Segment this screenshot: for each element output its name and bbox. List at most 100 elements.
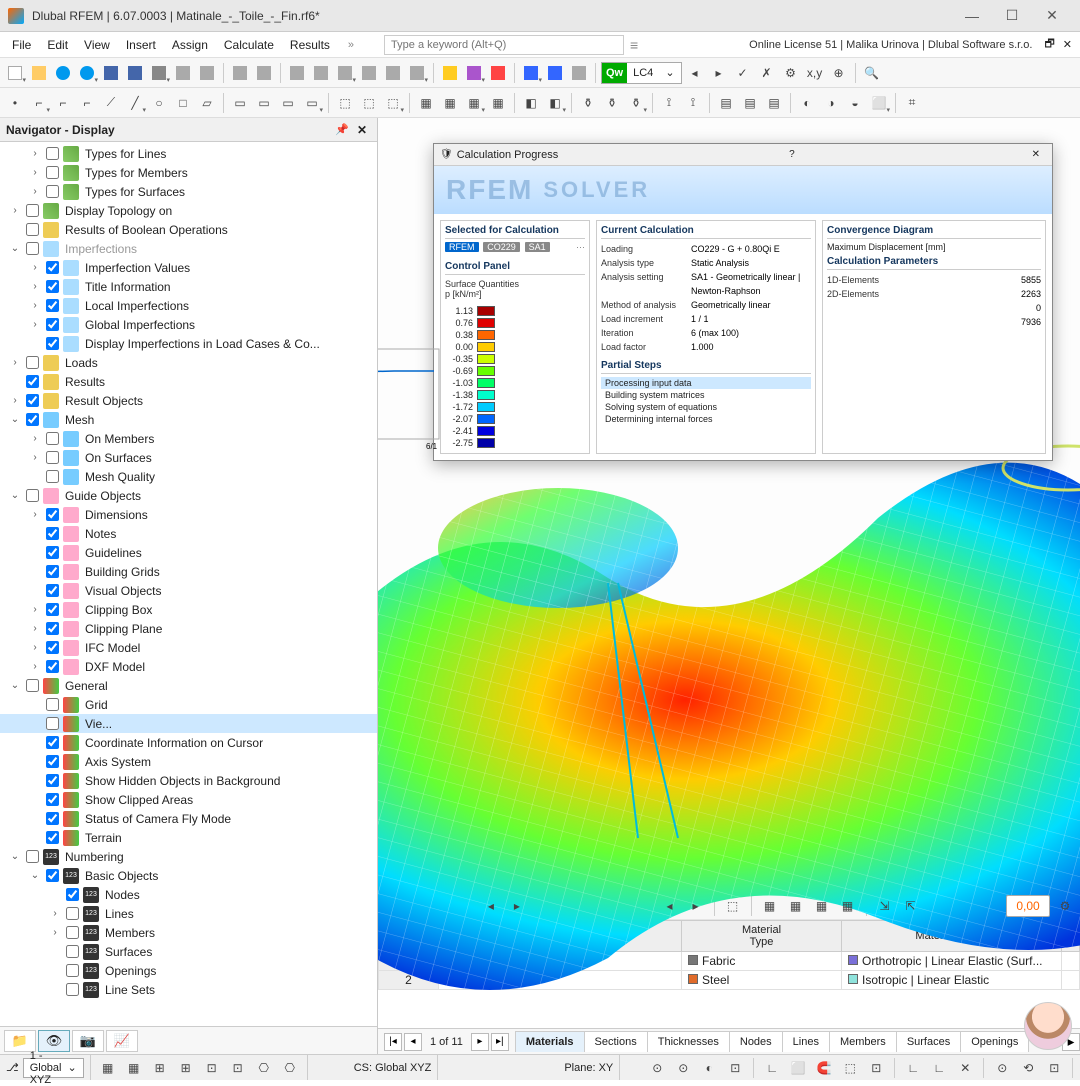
draw-tool-button[interactable]: ⚱ — [625, 92, 647, 114]
table-tool-1[interactable]: ▦ — [759, 895, 781, 917]
tree-item[interactable]: ›Display Topology on — [0, 201, 377, 220]
draw-tool-button[interactable]: ○ — [148, 92, 170, 114]
menu-results[interactable]: Results — [282, 35, 338, 55]
tree-checkbox[interactable] — [66, 945, 79, 958]
navigator-tree[interactable]: ›Types for Lines›Types for Members›Types… — [0, 142, 377, 1026]
tree-item[interactable]: ›On Members — [0, 429, 377, 448]
toolbar-button[interactable] — [52, 62, 74, 84]
tree-checkbox[interactable] — [46, 337, 59, 350]
tree-item[interactable]: ⌄Imperfections — [0, 239, 377, 258]
nav-tab-results[interactable]: 📈 — [106, 1030, 138, 1052]
value-box[interactable]: 0,00 — [1006, 895, 1050, 917]
tree-checkbox[interactable] — [66, 983, 79, 996]
tree-item[interactable]: ⌄123Numbering — [0, 847, 377, 866]
cs-icon[interactable]: ⎇ — [6, 1061, 19, 1074]
toolbar-button[interactable]: ⊕ — [828, 62, 850, 84]
tree-checkbox[interactable] — [46, 565, 59, 578]
toolbar-button[interactable] — [382, 62, 404, 84]
draw-tool-button[interactable]: ╱ — [124, 92, 146, 114]
status-tool-button[interactable]: ∟ — [761, 1057, 783, 1079]
status-tool-button[interactable]: ⊙ — [646, 1057, 668, 1079]
page-last-button[interactable]: ▸| — [491, 1033, 509, 1051]
materials-tab[interactable]: Sections — [584, 1031, 648, 1052]
draw-tool-button[interactable]: ⌐ — [76, 92, 98, 114]
toolbar-button[interactable] — [229, 62, 251, 84]
toolbar-button[interactable] — [28, 62, 50, 84]
draw-tool-button[interactable]: ▭ — [301, 92, 323, 114]
tree-item[interactable]: ›Loads — [0, 353, 377, 372]
status-tool-button[interactable]: ⊞ — [175, 1057, 197, 1079]
toolbar-button[interactable] — [463, 62, 485, 84]
close-button[interactable]: ✕ — [1032, 2, 1072, 30]
status-tool-button[interactable]: ⊡ — [865, 1057, 887, 1079]
nav-tab-display[interactable]: 👁 — [38, 1030, 70, 1052]
tree-item[interactable]: ›Types for Surfaces — [0, 182, 377, 201]
draw-tool-button[interactable]: ⬚ — [358, 92, 380, 114]
table-import-button[interactable]: ⇱ — [900, 895, 922, 917]
tree-checkbox[interactable] — [46, 147, 59, 160]
toolbar-button[interactable] — [520, 62, 542, 84]
status-tool-button[interactable]: ▦ — [123, 1057, 145, 1079]
tree-item[interactable]: ›Clipping Plane — [0, 619, 377, 638]
tree-checkbox[interactable] — [26, 489, 39, 502]
toolbar-button[interactable] — [334, 62, 356, 84]
menu-file[interactable]: File — [4, 35, 39, 55]
tree-checkbox[interactable] — [26, 413, 39, 426]
tree-item[interactable]: ›Title Information — [0, 277, 377, 296]
materials-tab[interactable]: Materials — [515, 1031, 585, 1052]
tree-item[interactable]: Vie... — [0, 714, 377, 733]
status-tool-button[interactable]: ⊡ — [201, 1057, 223, 1079]
draw-tool-button[interactable]: ▭ — [253, 92, 275, 114]
status-tool-button[interactable]: ∟ — [928, 1057, 950, 1079]
status-tool-button[interactable]: ∟ — [902, 1057, 924, 1079]
tree-checkbox[interactable] — [26, 204, 39, 217]
status-tool-button[interactable]: ⬚ — [839, 1057, 861, 1079]
tree-item[interactable]: Notes — [0, 524, 377, 543]
draw-tool-button[interactable]: ⬚ — [334, 92, 356, 114]
draw-tool-button[interactable]: • — [4, 92, 26, 114]
tree-checkbox[interactable] — [46, 603, 59, 616]
tree-item[interactable]: ›Global Imperfections — [0, 315, 377, 334]
tree-checkbox[interactable] — [46, 831, 59, 844]
materials-tab[interactable]: Lines — [782, 1031, 830, 1052]
draw-tool-button[interactable]: ▭ — [229, 92, 251, 114]
prev-obj-button[interactable]: ◂ — [659, 895, 681, 917]
toolbar-button[interactable]: ⚙ — [780, 62, 802, 84]
tree-checkbox[interactable] — [46, 508, 59, 521]
materials-tab[interactable]: Members — [829, 1031, 897, 1052]
status-tool-button[interactable]: 🧲 — [813, 1057, 835, 1079]
toolbar-button[interactable] — [310, 62, 332, 84]
tree-item[interactable]: ›Clipping Box — [0, 600, 377, 619]
menu-more-icon[interactable]: » — [338, 39, 364, 51]
tree-checkbox[interactable] — [46, 774, 59, 787]
status-tool-button[interactable]: ✕ — [954, 1057, 976, 1079]
tree-item[interactable]: Visual Objects — [0, 581, 377, 600]
dialog-titlebar[interactable]: 🛡 Calculation Progress ? ✕ — [434, 144, 1052, 166]
draw-tool-button[interactable]: □ — [172, 92, 194, 114]
tree-item[interactable]: Show Hidden Objects in Background — [0, 771, 377, 790]
tree-checkbox[interactable] — [46, 869, 59, 882]
toolbar-button[interactable] — [406, 62, 428, 84]
tree-item[interactable]: ›IFC Model — [0, 638, 377, 657]
tree-item[interactable]: ›Dimensions — [0, 505, 377, 524]
tree-item[interactable]: ›123Members — [0, 923, 377, 942]
table-tool-2[interactable]: ▦ — [785, 895, 807, 917]
toolbar-button[interactable] — [172, 62, 194, 84]
tree-item[interactable]: Axis System — [0, 752, 377, 771]
tree-checkbox[interactable] — [26, 850, 39, 863]
user-avatar[interactable] — [1024, 1002, 1072, 1050]
nav-tab-views[interactable]: 📷 — [72, 1030, 104, 1052]
toolbar-button[interactable]: x,y — [804, 62, 826, 84]
table-tool-4[interactable]: ▦ — [837, 895, 859, 917]
draw-tool-button[interactable]: ⟟ — [682, 92, 704, 114]
draw-tool-button[interactable]: ⌐ — [28, 92, 50, 114]
calculation-progress-dialog[interactable]: 🛡 Calculation Progress ? ✕ RFEMSOLVER Se… — [433, 143, 1053, 461]
tree-item[interactable]: Building Grids — [0, 562, 377, 581]
tree-checkbox[interactable] — [26, 394, 39, 407]
tree-checkbox[interactable] — [66, 907, 79, 920]
toolbar-button[interactable]: ▸ — [708, 62, 730, 84]
table-tool-3[interactable]: ▦ — [811, 895, 833, 917]
tree-item[interactable]: ›Types for Lines — [0, 144, 377, 163]
draw-tool-button[interactable]: ⟟ — [658, 92, 680, 114]
tree-checkbox[interactable] — [46, 622, 59, 635]
